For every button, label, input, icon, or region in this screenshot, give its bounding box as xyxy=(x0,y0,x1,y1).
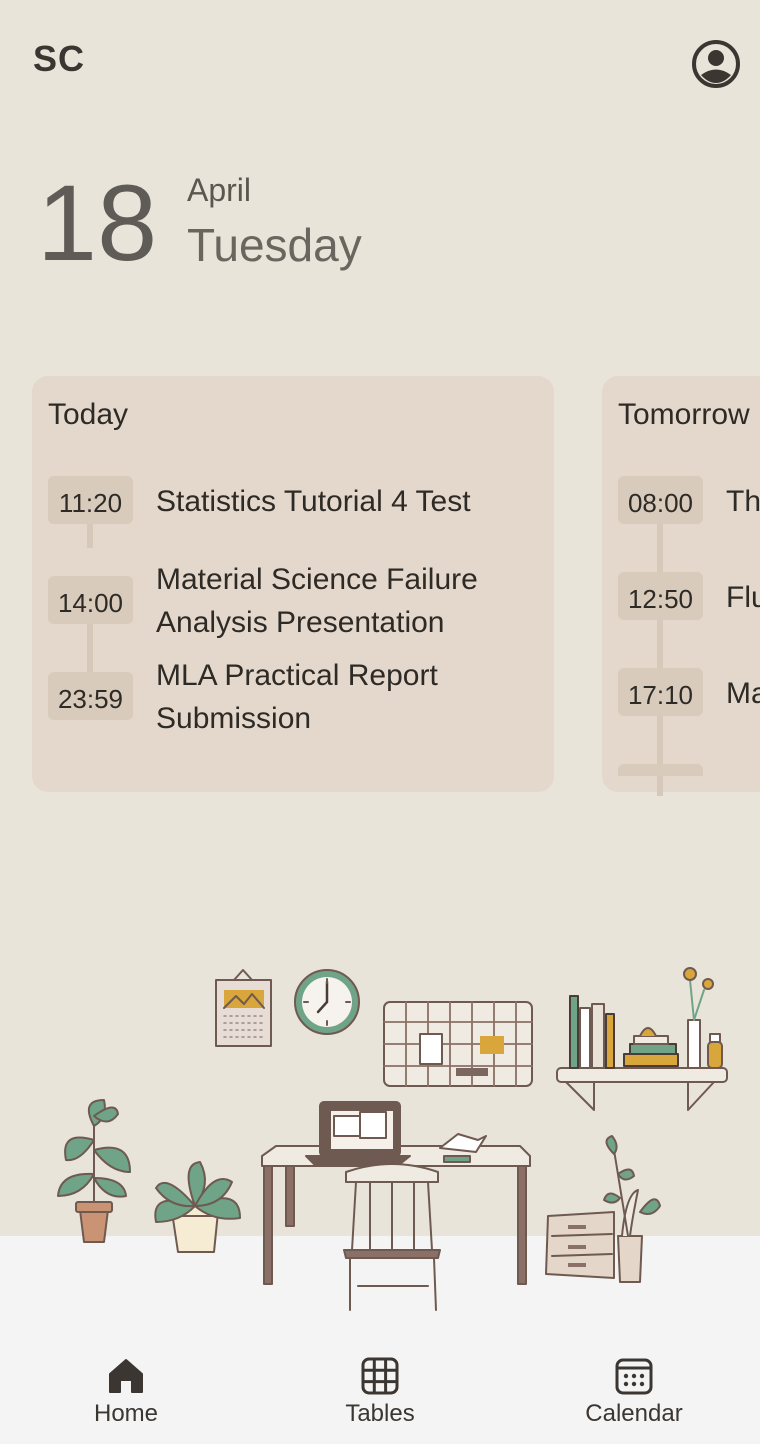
event-title[interactable]: Flu xyxy=(726,576,760,619)
timeline-connector xyxy=(657,524,663,796)
schedule-carousel[interactable]: Today 11:20 Statistics Tutorial 4 Test 1… xyxy=(0,376,760,796)
nav-label: Calendar xyxy=(585,1400,683,1427)
event-title[interactable]: Material Science Failure Analysis Presen… xyxy=(156,558,546,644)
desk-illustration xyxy=(57,967,728,1311)
card-today[interactable]: Today 11:20 Statistics Tutorial 4 Test 1… xyxy=(32,376,554,792)
event-title[interactable]: Th xyxy=(726,480,760,523)
home-icon xyxy=(109,1359,143,1393)
potted-plant-icon xyxy=(154,1161,241,1253)
wall-calendar-icon xyxy=(215,969,272,1047)
event-title-line: MLA Practical Report xyxy=(156,659,438,692)
nav-label: Home xyxy=(93,1400,159,1427)
nav-home[interactable]: Home xyxy=(36,1330,216,1444)
event-time-partial xyxy=(618,764,703,776)
event-title-line: Material Science Failure xyxy=(156,563,478,596)
account-circle-icon xyxy=(692,40,740,88)
nav-label: Tables xyxy=(345,1400,415,1427)
card-tomorrow[interactable]: Tomorrow 08:00 Th 12:50 Flu 17:10 Ma xyxy=(602,376,760,796)
month-label: April xyxy=(187,172,252,208)
event-time: 08:00 xyxy=(618,476,703,524)
nav-tables[interactable]: Tables xyxy=(290,1330,470,1444)
app-logo[interactable]: SC xyxy=(33,38,85,80)
card-title: Tomorrow xyxy=(618,398,750,431)
side-cabinet-icon xyxy=(545,1135,661,1283)
profile-button[interactable] xyxy=(690,38,742,90)
chair-icon xyxy=(343,1163,441,1311)
grid-icon xyxy=(361,1357,399,1395)
event-time: 11:20 xyxy=(48,476,133,524)
bottom-navigation: Home Tables Calendar xyxy=(0,1330,760,1444)
event-title[interactable]: MLA Practical Report Submission xyxy=(156,654,546,740)
day-number: 18 xyxy=(37,162,158,283)
potted-plant-icon xyxy=(57,1099,131,1243)
card-title: Today xyxy=(48,398,129,431)
current-date: 18 April Tuesday xyxy=(37,168,537,288)
event-time: 14:00 xyxy=(48,576,133,624)
event-time: 23:59 xyxy=(48,672,133,720)
timeline-connector xyxy=(87,524,93,548)
wall-clock-icon xyxy=(294,969,360,1035)
event-title[interactable]: Ma xyxy=(726,672,760,715)
event-time: 17:10 xyxy=(618,668,703,716)
weekday-label: Tuesday xyxy=(187,219,362,271)
event-title-line: Submission xyxy=(156,702,312,735)
nav-calendar[interactable]: Calendar xyxy=(544,1330,724,1444)
app-header: SC xyxy=(0,0,760,112)
event-time: 12:50 xyxy=(618,572,703,620)
calendar-icon xyxy=(615,1358,653,1395)
timeline-connector xyxy=(87,624,93,672)
event-title-line: Analysis Presentation xyxy=(156,606,445,639)
wire-grid-board-icon xyxy=(383,1001,533,1087)
wall-shelf-icon xyxy=(556,967,728,1111)
event-title[interactable]: Statistics Tutorial 4 Test xyxy=(156,480,546,523)
